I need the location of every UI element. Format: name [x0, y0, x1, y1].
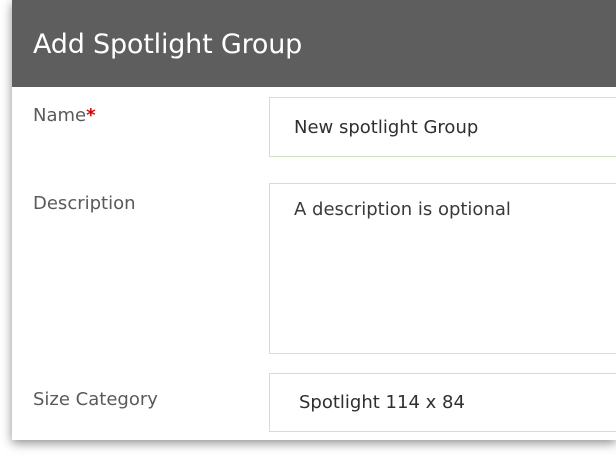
name-input[interactable]: [269, 97, 616, 157]
dialog-title: Add Spotlight Group: [33, 29, 303, 60]
add-spotlight-group-dialog: Add Spotlight Group Name* Description Si…: [12, 0, 616, 440]
size-category-selected-value: Spotlight 114 x 84: [299, 392, 465, 413]
size-category-select[interactable]: Spotlight 114 x 84: [269, 373, 616, 432]
dialog-title-bar: Add Spotlight Group: [12, 0, 616, 87]
name-label: Name*: [33, 105, 96, 126]
description-label: Description: [33, 193, 136, 214]
name-label-text: Name: [33, 105, 87, 126]
description-textarea[interactable]: [269, 183, 616, 354]
required-marker: *: [86, 105, 96, 126]
size-category-label: Size Category: [33, 389, 158, 410]
